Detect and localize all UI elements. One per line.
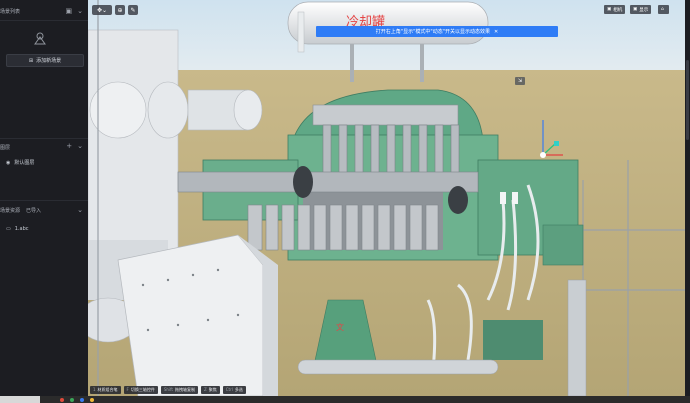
resources-header: 场景资源 已导入 xyxy=(0,207,41,214)
divider xyxy=(0,138,88,139)
resources-title: 场景资源 xyxy=(0,208,21,214)
divider xyxy=(0,200,88,201)
hint-item: Ctrl 多选 xyxy=(222,385,246,394)
app-icon[interactable] xyxy=(60,397,64,402)
hint-item: F 切换三轴控件 xyxy=(123,385,158,394)
new-folder-icon[interactable]: ▣ xyxy=(66,7,73,15)
right-scrollbar[interactable] xyxy=(685,0,690,396)
view-icon: ⌂ xyxy=(661,7,664,12)
add-scene-button[interactable]: ⊞ 添加新场景 xyxy=(6,54,84,67)
hint-label: 材质组合笔 xyxy=(97,386,118,392)
os-taskbar xyxy=(0,396,690,403)
collapse-icon[interactable]: ⌄ xyxy=(77,7,83,15)
hint-banner: 打开右上角"显示"模式中"动态"开关以显示动态效果 ✕ xyxy=(316,26,558,37)
scene-list-header: 场景列表 xyxy=(0,8,20,15)
move-icon: ✥⌄ xyxy=(96,6,108,14)
camera-button[interactable]: ▣ 相机 xyxy=(604,5,626,14)
display-button[interactable]: ▣ 显示 xyxy=(630,5,652,14)
hint-label: 切换三轴控件 xyxy=(130,386,155,392)
sidebar: 场景列表 ▣ ⌄ ⊞ 添加新场景 图层 + ⌄ ◉ 默认图层 场景资源 已导入 … xyxy=(0,0,89,396)
layers-title: 图层 xyxy=(0,145,11,151)
shortcut-hints: 1 材质组合笔 F 切换三轴控件 Shift 拖拽轴复制 Z 聚焦 Ctrl 多选 xyxy=(90,385,246,394)
scroll-thumb[interactable] xyxy=(686,60,689,140)
hint-item: Shift 拖拽轴复制 xyxy=(160,385,198,394)
collapse-icon[interactable]: ⌄ xyxy=(77,206,83,214)
close-icon[interactable]: ✕ xyxy=(494,29,498,35)
hint-item: 1 材质组合笔 xyxy=(90,385,121,394)
hint-key: Shift xyxy=(163,387,173,392)
resource-item[interactable]: ▭ 1.abc xyxy=(6,226,29,232)
hint-key: 1 xyxy=(93,387,96,392)
brush-icon: ✎ xyxy=(130,6,136,14)
add-scene-label: 添加新场景 xyxy=(36,58,62,64)
divider xyxy=(0,20,88,21)
file-icon: ▭ xyxy=(6,226,11,232)
hint-key: Z xyxy=(203,387,207,392)
hint-label: 拖拽轴复制 xyxy=(174,386,195,392)
display-icon: ▣ xyxy=(633,7,638,12)
empty-scene-icon xyxy=(33,30,47,45)
svg-text:文: 文 xyxy=(336,322,344,332)
hint-label: 多选 xyxy=(234,386,243,392)
camera-icon: ▣ xyxy=(607,7,612,12)
brush-button[interactable]: ✎ xyxy=(128,5,138,15)
view-button[interactable]: ⌂ xyxy=(658,5,669,14)
hint-banner-text: 打开右上角"显示"模式中"动态"开关以显示动态效果 xyxy=(375,29,490,35)
add-layer-icon[interactable]: + xyxy=(66,142,72,150)
scene-render[interactable]: 文 xyxy=(88,0,685,396)
resources-status: 已导入 xyxy=(26,208,42,214)
hint-key: F xyxy=(126,387,129,392)
3d-viewport[interactable]: 文 ✥⌄ ⊕ ✎ ▣ 相机 ▣ 显示 ⌂ ⇲ 冷却罐 打开右上角"显示"模式中"… xyxy=(88,0,685,396)
display-label: 显示 xyxy=(639,7,649,13)
hint-key: Ctrl xyxy=(225,387,233,392)
layer-item[interactable]: ◉ 默认图层 xyxy=(6,159,35,167)
globe-icon: ⊕ xyxy=(117,6,123,14)
collapse-icon[interactable]: ⌄ xyxy=(77,142,83,150)
app-icon[interactable] xyxy=(90,397,94,402)
globe-button[interactable]: ⊕ xyxy=(115,5,125,15)
camera-label: 相机 xyxy=(613,7,623,13)
hint-item: Z 聚焦 xyxy=(200,385,220,394)
hint-label: 聚焦 xyxy=(208,386,217,392)
eye-icon[interactable]: ◉ xyxy=(6,160,10,166)
app-icon[interactable] xyxy=(70,397,74,402)
resource-label: 1.abc xyxy=(14,226,29,232)
pin-icon[interactable]: ⇲ xyxy=(515,77,525,85)
plus-square-icon: ⊞ xyxy=(28,57,34,64)
layers-header: 图层 xyxy=(0,144,10,151)
app-icon[interactable] xyxy=(80,397,84,402)
layer-label: 默认图层 xyxy=(14,160,35,166)
scene-list-title: 场景列表 xyxy=(0,9,21,15)
taskbar-app[interactable] xyxy=(0,396,40,403)
move-tool-button[interactable]: ✥⌄ xyxy=(92,5,112,15)
